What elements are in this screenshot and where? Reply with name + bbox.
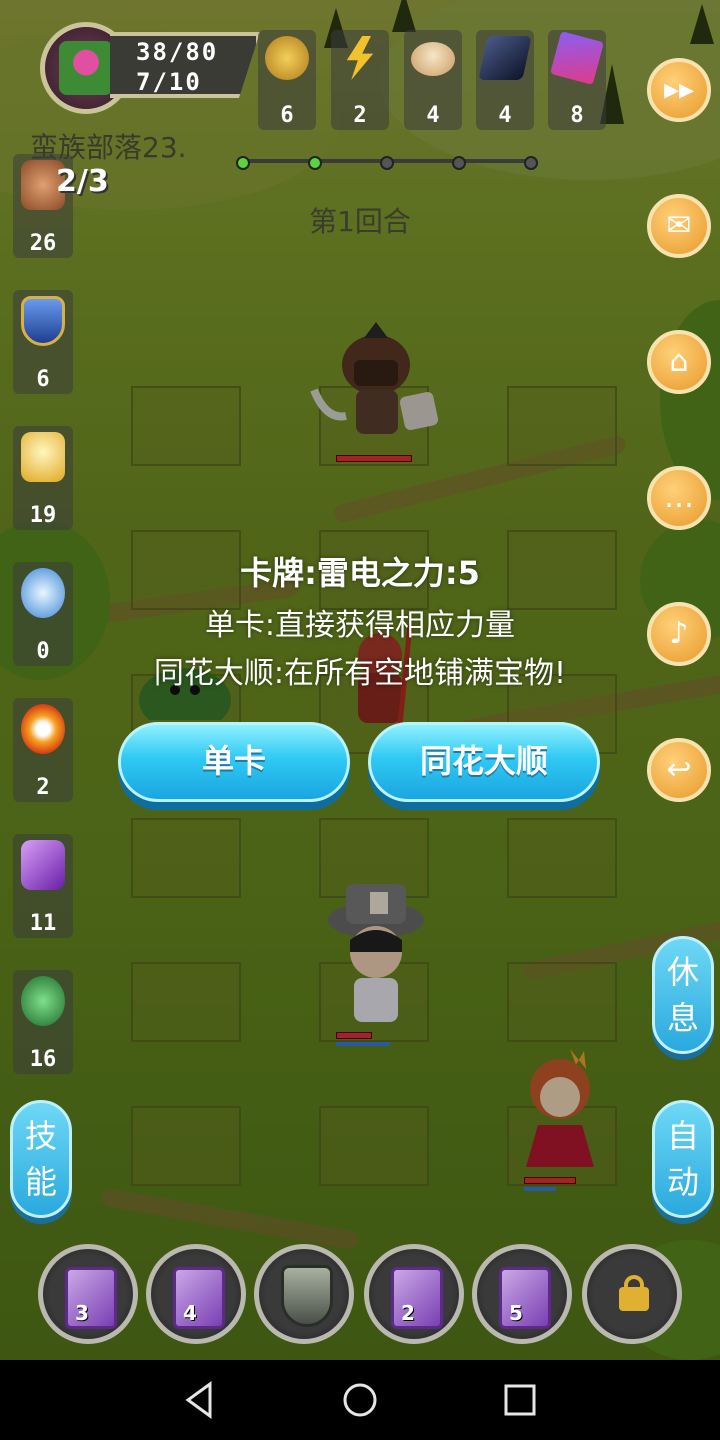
- locked-skill-slot[interactable]: [582, 1244, 682, 1344]
- item-purple-rune[interactable]: 11: [13, 834, 73, 938]
- card-icon: [499, 1267, 551, 1329]
- chat-button[interactable]: …: [647, 466, 711, 530]
- single-card-description: 单卡:直接获得相应力量: [204, 608, 516, 643]
- shield-icon: [21, 296, 65, 346]
- game-screen: 38/80 7/10 6 2 4 4 8 蛮族部落23. 第1回合 26 2/3…: [0, 0, 720, 1360]
- progress-dot: [524, 156, 538, 170]
- item-count: 16: [29, 1047, 57, 1072]
- flame-tower-icon: [21, 432, 65, 482]
- fast-forward-icon: ▸▸: [663, 72, 695, 107]
- purple-rune-icon: [21, 840, 65, 890]
- card-icon: [65, 1267, 117, 1329]
- item-count: 11: [29, 911, 57, 936]
- straight-flush-button[interactable]: 同花大顺: [368, 722, 600, 802]
- crystal-icon: [550, 31, 604, 85]
- skills-button[interactable]: 技 能: [10, 1100, 72, 1218]
- skill-card-slot[interactable]: 4: [146, 1244, 246, 1344]
- skill-card-slot[interactable]: 5: [472, 1244, 572, 1344]
- resource-gold[interactable]: 6: [258, 30, 316, 130]
- resource-count: 8: [570, 103, 584, 128]
- attack-charges: 2/3: [56, 164, 109, 199]
- home-icon: ⌂: [669, 344, 689, 379]
- home-button[interactable]: ⌂: [647, 330, 711, 394]
- resource-count: 4: [426, 103, 440, 128]
- skill-card-slot[interactable]: 2: [364, 1244, 464, 1344]
- resource-lightning[interactable]: 2: [331, 30, 389, 130]
- rest-button[interactable]: 休 息: [652, 936, 714, 1054]
- nav-home-button[interactable]: [340, 1380, 380, 1420]
- single-card-button[interactable]: 单卡: [118, 722, 350, 802]
- resource-ore[interactable]: 4: [476, 30, 534, 130]
- progress-dot: [236, 156, 250, 170]
- hp-value: 38/80: [136, 38, 219, 66]
- plant-monster-portrait: [59, 41, 113, 95]
- auto-button[interactable]: 自 动: [652, 1100, 714, 1218]
- back-triangle-icon: [185, 1381, 212, 1419]
- nav-recents-button[interactable]: [500, 1380, 540, 1420]
- item-count: 26: [29, 231, 57, 256]
- item-fire-burst[interactable]: 2: [13, 698, 73, 802]
- card-value: 3: [75, 1301, 89, 1325]
- green-potion-icon: [21, 976, 65, 1026]
- card-value: 5: [509, 1301, 523, 1325]
- item-count: 6: [36, 367, 50, 392]
- stage-progress: [236, 156, 538, 170]
- flush-description: 同花大顺:在所有空地铺满宝物!: [153, 656, 567, 691]
- resource-crystal[interactable]: 8: [548, 30, 606, 130]
- bread-icon: [411, 42, 455, 76]
- chat-icon: …: [664, 480, 694, 515]
- card-icon: [173, 1267, 225, 1329]
- back-button[interactable]: ↩: [647, 738, 711, 802]
- recents-square-icon: [504, 1384, 536, 1416]
- energy-value: 7/10: [136, 68, 202, 96]
- card-value: 4: [183, 1301, 197, 1325]
- player-stats-panel: 38/80 7/10: [110, 32, 260, 98]
- mail-button[interactable]: ✉: [647, 194, 711, 258]
- return-icon: ↩: [666, 752, 692, 787]
- skill-shield-slot[interactable]: [254, 1244, 354, 1344]
- ore-icon: [478, 36, 532, 80]
- resource-bread[interactable]: 4: [404, 30, 462, 130]
- nav-back-button[interactable]: [180, 1380, 220, 1420]
- item-shield[interactable]: 6: [13, 290, 73, 394]
- card-title: 卡牌:雷电之力:5: [240, 554, 480, 592]
- fast-forward-button[interactable]: ▸▸: [647, 58, 711, 122]
- resource-count: 6: [280, 103, 294, 128]
- mail-icon: ✉: [666, 208, 692, 243]
- skill-card-slot[interactable]: 3: [38, 1244, 138, 1344]
- resource-count: 4: [498, 103, 512, 128]
- card-value: 2: [401, 1301, 415, 1325]
- home-circle-icon: [343, 1383, 377, 1417]
- item-flame-tower[interactable]: 19: [13, 426, 73, 530]
- fire-burst-icon: [21, 704, 65, 754]
- resource-count: 2: [353, 103, 367, 128]
- progress-dot: [380, 156, 394, 170]
- card-icon: [391, 1267, 443, 1329]
- spiked-shield-icon: [281, 1265, 333, 1327]
- gold-coin-icon: [265, 36, 309, 80]
- lightning-icon: [346, 36, 374, 80]
- round-label: 第1回合: [309, 205, 411, 238]
- item-count: 19: [29, 503, 57, 528]
- item-green-potion[interactable]: 16: [13, 970, 73, 1074]
- item-count: 2: [36, 775, 50, 800]
- system-nav-bar: [0, 1360, 720, 1440]
- progress-dot: [308, 156, 322, 170]
- progress-dot: [452, 156, 466, 170]
